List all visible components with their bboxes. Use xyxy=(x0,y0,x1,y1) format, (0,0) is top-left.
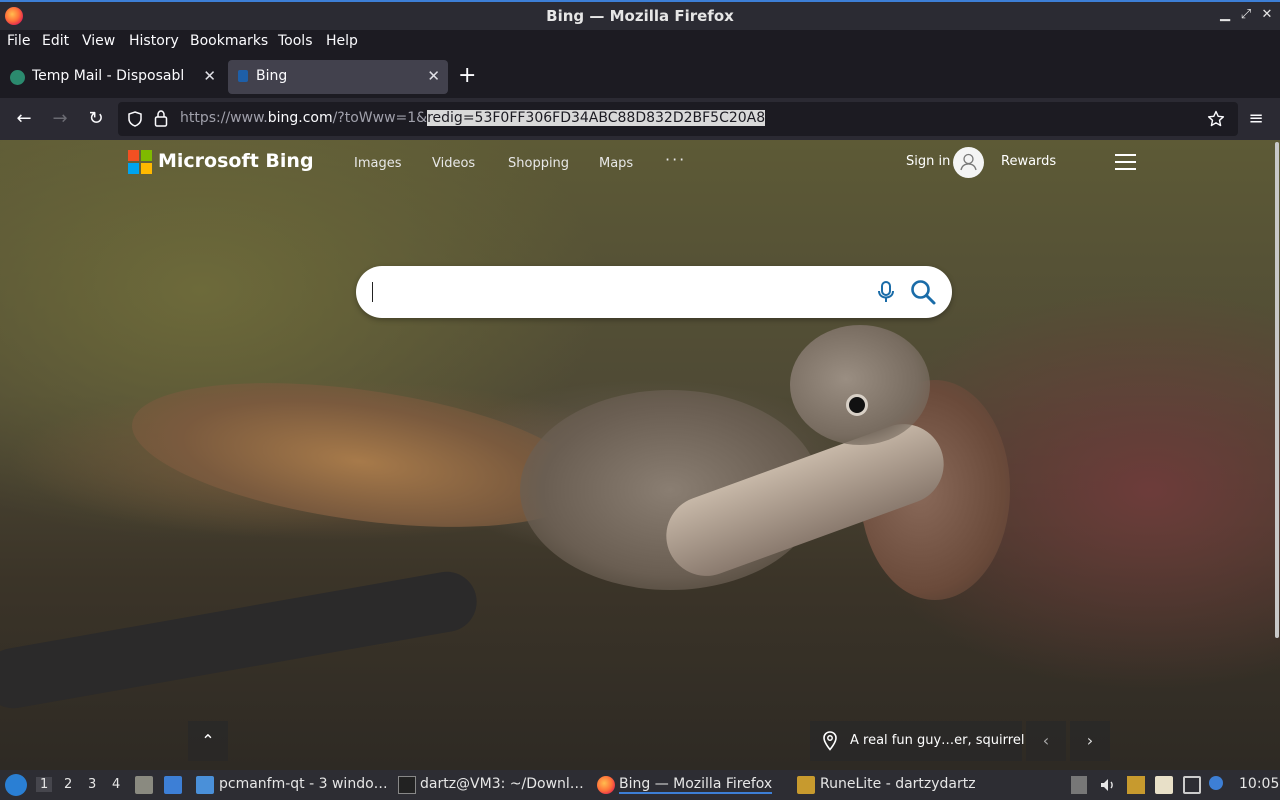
bookmark-star-icon[interactable] xyxy=(1207,110,1225,128)
firefox-icon xyxy=(597,776,615,794)
menu-bar: File Edit View History Bookmarks Tools H… xyxy=(0,30,1280,56)
menu-history[interactable]: History xyxy=(129,33,179,49)
menu-edit[interactable]: Edit xyxy=(42,33,69,49)
search-input[interactable] xyxy=(372,278,852,306)
bing-homepage: Microsoft Bing Images Videos Shopping Ma… xyxy=(0,140,1280,770)
url-path: /?toWww=1& xyxy=(332,110,428,126)
minimize-button[interactable]: ▁ xyxy=(1216,6,1234,24)
branch-shape xyxy=(0,567,482,713)
bing-brand[interactable]: Microsoft Bing xyxy=(158,150,314,172)
reload-button[interactable]: ↻ xyxy=(84,107,108,131)
url-prefix: https://www. xyxy=(180,110,268,126)
forward-button[interactable]: → xyxy=(48,107,72,131)
task-runelite[interactable]: RuneLite - dartzydartz xyxy=(820,776,976,792)
url-text[interactable]: https://www.bing.com/?toWww=1&redig=53F0… xyxy=(180,110,766,126)
squirrel-eye-shape xyxy=(846,394,868,416)
menu-view[interactable]: View xyxy=(82,33,115,49)
workspace-2[interactable]: 2 xyxy=(64,777,72,792)
menu-file[interactable]: File xyxy=(7,33,30,49)
task-pcmanfm[interactable]: pcmanfm-qt - 3 windo… xyxy=(219,776,388,792)
workspace-1[interactable]: 1 xyxy=(36,777,53,792)
tab-temp-mail[interactable]: Temp Mail - Disposable Te ✕ xyxy=(0,60,224,94)
avatar-icon[interactable] xyxy=(953,147,984,178)
tab-bing[interactable]: Bing ✕ xyxy=(228,60,448,94)
maximize-button[interactable]: ⤢ xyxy=(1237,6,1255,24)
page-scrollbar[interactable] xyxy=(1275,142,1279,638)
tracking-shield-icon[interactable] xyxy=(127,111,143,127)
tab-label: Bing xyxy=(256,68,288,84)
nav-images[interactable]: Images xyxy=(354,156,402,171)
navigation-bar: ← → ↻ https://www.bing.com/?toWww=1&redi… xyxy=(0,98,1280,140)
image-caption[interactable]: A real fun guy…er, squirrel xyxy=(810,721,1025,761)
desktop-icon[interactable] xyxy=(164,776,182,794)
close-tab-icon[interactable]: ✕ xyxy=(427,67,440,85)
start-menu-icon[interactable] xyxy=(5,774,27,796)
bing-icon xyxy=(238,70,248,82)
url-bar[interactable]: https://www.bing.com/?toWww=1&redig=53F0… xyxy=(118,102,1238,136)
text-cursor xyxy=(372,282,373,302)
close-window-button[interactable]: ✕ xyxy=(1258,6,1276,24)
runelite-tray-icon[interactable] xyxy=(1127,776,1145,794)
task-terminal[interactable]: dartz@VM3: ~/Downl… xyxy=(420,776,584,792)
taskbar: 1 2 3 4 pcmanfm-qt - 3 windo… dartz@VM3:… xyxy=(0,770,1280,800)
search-box[interactable] xyxy=(356,266,952,318)
app-menu-button[interactable]: ≡ xyxy=(1244,107,1268,131)
clipboard-icon[interactable] xyxy=(1155,776,1173,794)
rewards-link[interactable]: Rewards xyxy=(1001,154,1056,169)
task-firefox[interactable]: Bing — Mozilla Firefox xyxy=(619,776,773,794)
nav-videos[interactable]: Videos xyxy=(432,156,475,171)
tray-storage-icon[interactable] xyxy=(1071,776,1087,794)
more-nav-button[interactable]: ··· xyxy=(665,150,686,169)
menu-tools[interactable]: Tools xyxy=(278,33,313,49)
workspace-4[interactable]: 4 xyxy=(112,777,120,792)
sign-in-link[interactable]: Sign in xyxy=(906,154,950,169)
tempmail-icon xyxy=(10,70,25,85)
new-tab-button[interactable]: + xyxy=(458,64,476,88)
close-tab-icon[interactable]: ✕ xyxy=(203,67,216,85)
tab-label: Temp Mail - Disposable Te xyxy=(32,68,184,84)
squirrel-tail-shape xyxy=(123,358,597,552)
terminal-icon xyxy=(398,776,416,794)
back-button[interactable]: ← xyxy=(12,107,36,131)
previous-image-button[interactable]: ‹ xyxy=(1026,721,1066,761)
microsoft-logo-icon[interactable] xyxy=(128,150,152,174)
network-icon[interactable] xyxy=(1183,776,1201,794)
window-title: Bing — Mozilla Firefox xyxy=(546,7,734,25)
window-titlebar: Bing — Mozilla Firefox ▁ ⤢ ✕ xyxy=(0,0,1280,30)
next-image-button[interactable]: › xyxy=(1070,721,1110,761)
notification-icon[interactable] xyxy=(1209,776,1223,790)
tab-strip: Temp Mail - Disposable Te ✕ Bing ✕ + xyxy=(0,56,1280,98)
search-icon[interactable] xyxy=(909,278,937,306)
volume-icon[interactable] xyxy=(1099,776,1117,794)
squirrel-head-shape xyxy=(790,325,930,445)
menu-bookmarks[interactable]: Bookmarks xyxy=(190,33,268,49)
workspace-3[interactable]: 3 xyxy=(88,777,96,792)
scroll-up-button[interactable]: ⌃ xyxy=(188,721,228,761)
url-host: bing.com xyxy=(267,110,333,126)
location-pin-icon xyxy=(823,731,837,751)
lock-icon[interactable] xyxy=(154,110,168,127)
nav-maps[interactable]: Maps xyxy=(599,156,633,171)
caption-text: A real fun guy…er, squirrel xyxy=(850,733,1025,748)
bing-header: Microsoft Bing Images Videos Shopping Ma… xyxy=(0,140,1280,188)
clock[interactable]: 10:05 xyxy=(1239,776,1279,792)
nav-shopping[interactable]: Shopping xyxy=(508,156,569,171)
url-selection: redig=53F0FF306FD34ABC88D832D2BF5C20A8 xyxy=(427,110,766,126)
runelite-icon xyxy=(797,776,815,794)
menu-help[interactable]: Help xyxy=(326,33,358,49)
microphone-icon[interactable] xyxy=(874,280,898,304)
hamburger-menu-icon[interactable] xyxy=(1115,154,1136,170)
folder-icon xyxy=(196,776,214,794)
file-manager-launcher-icon[interactable] xyxy=(135,776,153,794)
